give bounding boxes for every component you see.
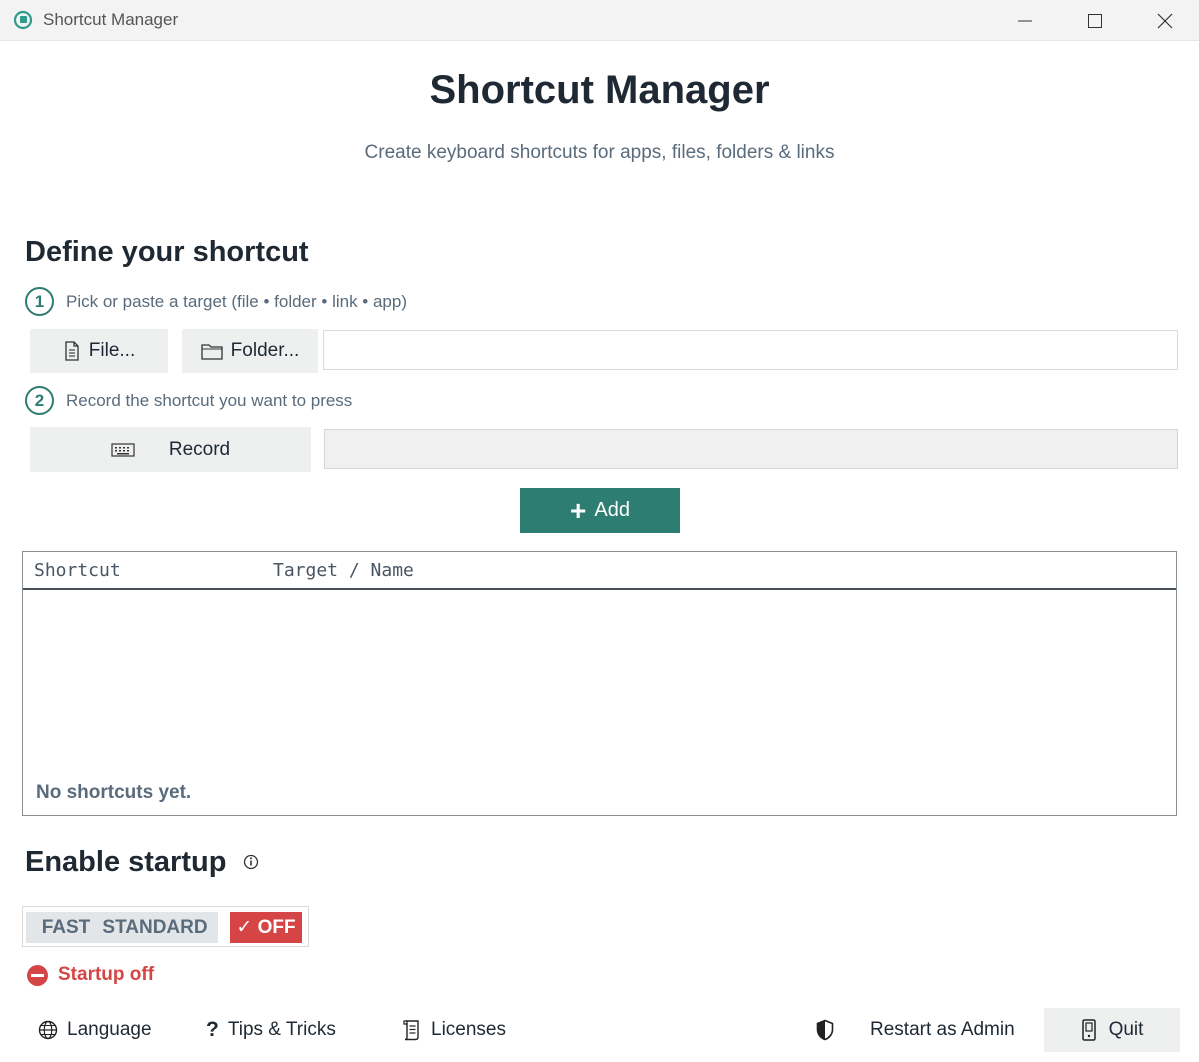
maximize-button[interactable] <box>1065 0 1125 41</box>
column-target-name[interactable]: Target / Name <box>273 560 414 581</box>
folder-button[interactable]: Folder... <box>182 329 318 373</box>
step-2-number: 2 <box>25 386 54 415</box>
startup-mode-selector: FAST STANDARD ✓ OFF <box>22 906 309 947</box>
app-logo-icon <box>13 10 33 30</box>
tips-button[interactable]: ? Tips & Tricks <box>206 1008 336 1052</box>
info-icon[interactable] <box>243 854 259 870</box>
file-button[interactable]: File... <box>30 329 168 373</box>
shortcut-input[interactable] <box>324 429 1178 469</box>
step-1-text: Pick or paste a target (file • folder • … <box>66 291 408 311</box>
record-button[interactable]: Record <box>30 427 311 472</box>
page-title: Shortcut Manager <box>429 68 770 112</box>
startup-section-title: Enable startup <box>25 846 227 878</box>
scroll-icon <box>403 1020 419 1041</box>
startup-option-standard[interactable]: STANDARD <box>92 912 218 943</box>
startup-option-off[interactable]: ✓ OFF <box>230 912 302 943</box>
define-section-title: Define your shortcut <box>25 236 309 268</box>
add-button[interactable]: + Add <box>520 488 680 533</box>
minimize-button[interactable] <box>995 0 1055 41</box>
licenses-label: Licenses <box>431 1019 506 1040</box>
add-button-label: Add <box>594 499 630 521</box>
window-title: Shortcut Manager <box>43 10 179 29</box>
quit-label: Quit <box>1108 1019 1144 1040</box>
page-subtitle: Create keyboard shortcuts for apps, file… <box>364 142 835 163</box>
title-bar: Shortcut Manager <box>0 0 1199 41</box>
exit-icon <box>1081 1019 1096 1041</box>
startup-status: Startup off <box>27 964 154 986</box>
maximize-icon <box>1088 13 1102 28</box>
file-icon <box>65 341 79 361</box>
restart-admin-label: Restart as Admin <box>870 1019 1015 1040</box>
minimize-icon <box>1018 20 1032 21</box>
tips-label: Tips & Tricks <box>227 1019 336 1040</box>
folder-button-label: Folder... <box>230 340 300 361</box>
record-button-label: Record <box>168 438 231 460</box>
folder-icon <box>201 344 223 360</box>
table-header: Shortcut Target / Name <box>23 552 1176 590</box>
file-button-label: File... <box>88 340 136 361</box>
quit-button[interactable]: Quit <box>1044 1008 1180 1052</box>
target-input[interactable] <box>323 330 1178 370</box>
close-button[interactable] <box>1135 0 1195 41</box>
globe-icon <box>38 1020 58 1040</box>
stop-icon <box>27 964 48 986</box>
step-2-text: Record the shortcut you want to press <box>66 390 353 410</box>
language-label: Language <box>67 1019 152 1040</box>
close-icon <box>1157 13 1173 28</box>
question-icon: ? <box>206 1018 219 1041</box>
keyboard-icon <box>111 442 135 457</box>
language-button[interactable]: Language <box>38 1008 152 1052</box>
step-2: 2 Record the shortcut you want to press <box>25 386 352 415</box>
empty-state-text: No shortcuts yet. <box>36 782 192 803</box>
step-1-number: 1 <box>25 287 54 316</box>
startup-status-text: Startup off <box>58 964 155 985</box>
shield-icon <box>816 1019 834 1041</box>
licenses-button[interactable]: Licenses <box>402 1008 506 1052</box>
plus-icon: + <box>570 494 587 526</box>
column-shortcut[interactable]: Shortcut <box>34 560 121 581</box>
step-1: 1 Pick or paste a target (file • folder … <box>25 287 407 316</box>
restart-admin-button[interactable]: Restart as Admin <box>815 1008 1015 1052</box>
shortcuts-table[interactable]: Shortcut Target / Name No shortcuts yet. <box>22 551 1177 816</box>
